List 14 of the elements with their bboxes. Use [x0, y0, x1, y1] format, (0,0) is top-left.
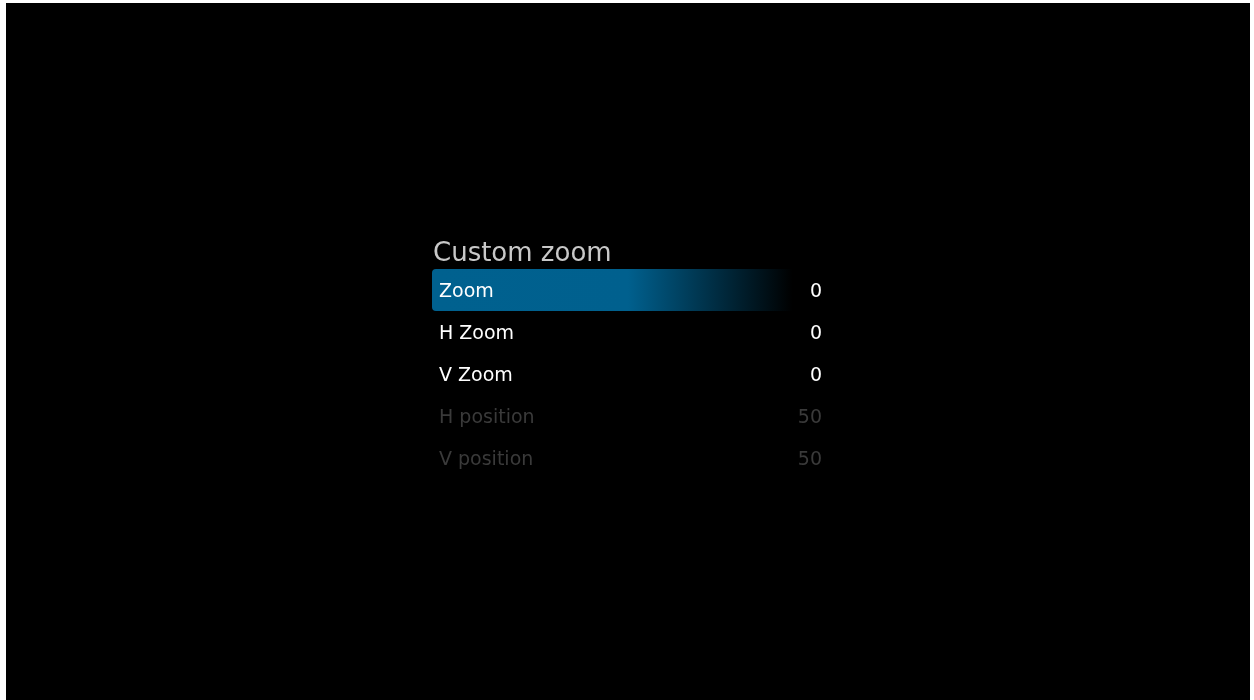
item-label: V Zoom: [439, 363, 513, 385]
menu-item[interactable]: H Zoom 0: [432, 311, 824, 353]
item-value: 0: [809, 279, 822, 301]
menu-item[interactable]: V Zoom 0: [432, 353, 824, 395]
item-value: 0: [809, 363, 822, 385]
menu-title: Custom zoom: [432, 236, 613, 269]
item-value: 50: [797, 405, 822, 427]
item-label: H Zoom: [439, 321, 515, 343]
item-value: 0: [809, 321, 822, 343]
item-value: 50: [797, 447, 822, 469]
menu-item[interactable]: Zoom 0: [432, 269, 824, 311]
item-label: V position: [439, 447, 534, 469]
item-label: H position: [439, 405, 535, 427]
item-label: Zoom: [439, 279, 494, 301]
